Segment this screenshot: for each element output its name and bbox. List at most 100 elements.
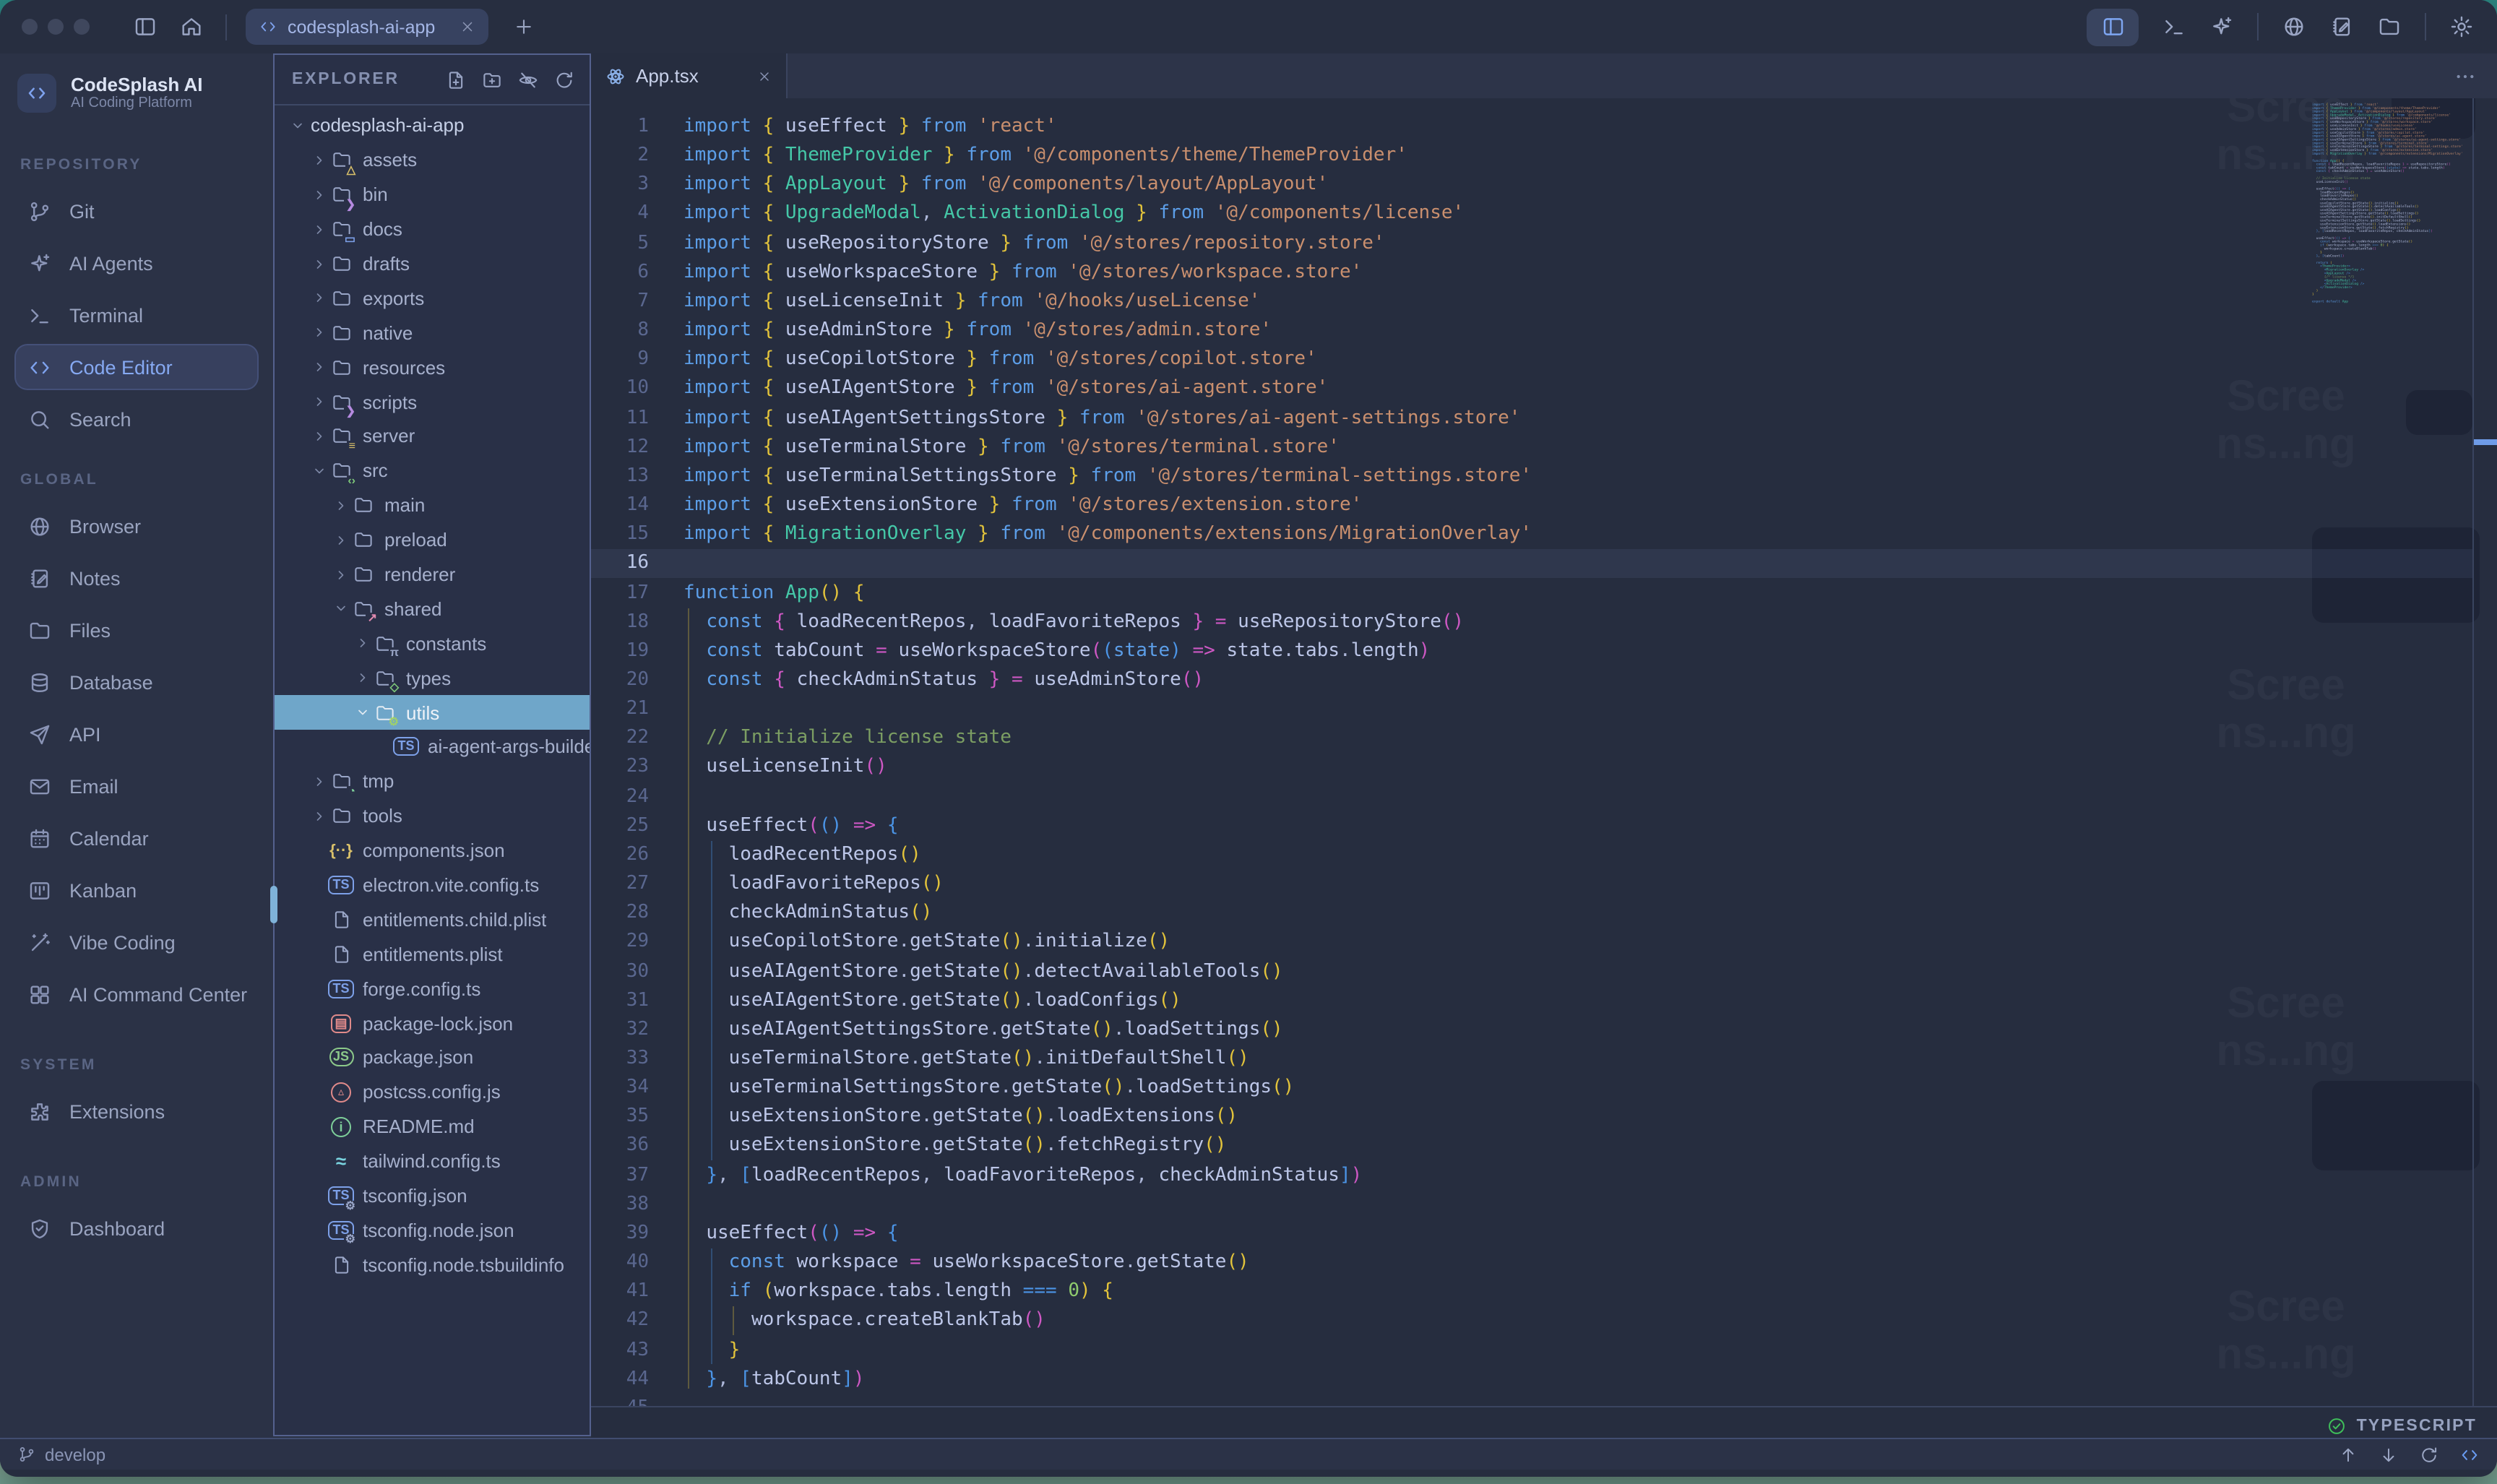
sidebar-item-calendar[interactable]: Calendar (14, 815, 259, 861)
tree-folder-renderer[interactable]: renderer (275, 557, 590, 592)
panel-toggle-icon[interactable] (2087, 8, 2139, 46)
tree-folder-src[interactable]: ‹›src (275, 454, 590, 488)
minimize-window-button[interactable] (48, 19, 64, 35)
tree-folder-tmp[interactable]: ◔tmp (275, 764, 590, 799)
git-branch-indicator[interactable]: develop (17, 1444, 105, 1464)
settings-icon[interactable] (2449, 14, 2474, 39)
window-controls[interactable] (22, 19, 90, 35)
tree-item-label: tsconfig.node.json (363, 1220, 514, 1241)
sidebar-item-dashboard[interactable]: Dashboard (14, 1205, 259, 1251)
code-editor-surface[interactable]: Screens...ngScreens...ngScreens...ngScre… (591, 98, 2497, 1407)
code-icon (27, 355, 52, 379)
app-subtitle: AI Coding Platform (71, 95, 203, 113)
tree-file-ai-agent-args-builder-ts[interactable]: TSai-agent-args-builder.ts (275, 730, 590, 764)
workspace-tab[interactable]: codesplash-ai-app (246, 9, 488, 45)
tree-folder-shared[interactable]: ↗shared (275, 592, 590, 626)
code-content[interactable]: import { useEffect } from 'react'import … (683, 113, 1532, 1407)
sidebar-item-vibe-coding[interactable]: Vibe Coding (14, 919, 259, 965)
tree-folder-exports[interactable]: exports (275, 281, 590, 316)
folder-icon: ≡ (329, 425, 353, 448)
sidebar-item-git[interactable]: Git (14, 188, 259, 234)
sidebar-scrollbar-thumb[interactable] (270, 886, 277, 923)
tree-folder-bin[interactable]: ❯bin (275, 178, 590, 212)
scroll-up-icon[interactable] (2338, 1444, 2358, 1464)
tree-file-package-json[interactable]: JSpackage.json (275, 1040, 590, 1075)
tree-file-components-json[interactable]: {··}components.json (275, 833, 590, 868)
sidebar-item-browser[interactable]: Browser (14, 503, 259, 549)
tree-folder-preload[interactable]: preload (275, 522, 590, 557)
tree-file-forge-config-ts[interactable]: TSforge.config.ts (275, 972, 590, 1006)
file-icon: i (329, 1116, 353, 1139)
sidebar-item-code-editor[interactable]: Code Editor (14, 344, 259, 390)
close-icon[interactable] (460, 19, 475, 35)
tree-item-label: components.json (363, 840, 505, 861)
tree-folder-docs[interactable]: ▭docs (275, 212, 590, 246)
sidebar-item-ai-command-center[interactable]: AI Command Center (14, 971, 259, 1017)
tree-folder-drafts[interactable]: drafts (275, 246, 590, 281)
tree-folder-tools[interactable]: tools (275, 799, 590, 834)
tree-folder-constants[interactable]: πconstants (275, 626, 590, 661)
tree-file-entitlements-plist[interactable]: entitlements.plist (275, 937, 590, 972)
tree-file-tsconfig-node-json[interactable]: TS⚙ tsconfig.node.json (275, 1213, 590, 1248)
tree-folder-codesplash-ai-app[interactable]: codesplash-ai-app (275, 108, 590, 143)
tree-folder-utils[interactable]: ⚙utils (275, 695, 590, 730)
sync-icon[interactable] (2419, 1444, 2439, 1464)
sidebar-toggle-icon[interactable] (133, 14, 158, 39)
folder-icon (329, 355, 353, 379)
new-workspace-button[interactable] (513, 16, 535, 38)
tree-file-entitlements-child-plist[interactable]: entitlements.child.plist (275, 902, 590, 937)
tree-file-postcss-config-js[interactable]: ▵postcss.config.js (275, 1075, 590, 1110)
chevron-right-icon (351, 670, 373, 685)
tree-file-tailwind-config-ts[interactable]: ≈tailwind.config.ts (275, 1144, 590, 1178)
sidebar-item-notes[interactable]: Notes (14, 555, 259, 601)
sidebar-item-api[interactable]: API (14, 711, 259, 757)
editor-tab-app-tsx[interactable]: App.tsx (591, 53, 788, 98)
new-file-icon[interactable] (445, 69, 467, 90)
home-icon[interactable] (179, 14, 204, 39)
tree-folder-types[interactable]: ◇types (275, 661, 590, 696)
sidebar-item-email[interactable]: Email (14, 763, 259, 809)
browser-icon[interactable] (2282, 14, 2306, 39)
chevron-down-icon (308, 464, 329, 478)
sidebar-item-files[interactable]: Files (14, 607, 259, 653)
tree-file-tsconfig-node-tsbuildinfo[interactable]: tsconfig.node.tsbuildinfo (275, 1248, 590, 1282)
tree-file-tsconfig-json[interactable]: TS⚙tsconfig.json (275, 1178, 590, 1213)
minimap[interactable]: import { useEffect } from 'react'import … (2312, 103, 2474, 970)
sidebar-item-database[interactable]: Database (14, 659, 259, 705)
tree-file-package-lock-json[interactable]: ▤package-lock.json (275, 1006, 590, 1040)
sidebar-item-ai-agents[interactable]: AI Agents (14, 240, 259, 286)
close-window-button[interactable] (22, 19, 38, 35)
editor-scrollbar-thumb[interactable] (2474, 439, 2497, 445)
sidebar-item-extensions[interactable]: Extensions (14, 1088, 259, 1134)
tree-folder-native[interactable]: native (275, 316, 590, 350)
close-tab-icon[interactable] (757, 69, 772, 83)
scroll-down-icon[interactable] (2379, 1444, 2399, 1464)
section-label-repository: REPOSITORY (20, 156, 259, 173)
ai-sparkles-icon[interactable] (2209, 14, 2234, 39)
editor-scrollbar[interactable] (2472, 98, 2497, 1407)
files-icon[interactable] (2377, 14, 2402, 39)
tree-folder-resources[interactable]: resources (275, 350, 590, 384)
tree-folder-assets[interactable]: △assets (275, 143, 590, 178)
toggle-hidden-icon[interactable] (517, 69, 539, 90)
tree-folder-server[interactable]: ≡server (275, 419, 590, 454)
new-folder-icon[interactable] (481, 69, 503, 90)
tree-file-readme-md[interactable]: iREADME.md (275, 1110, 590, 1144)
sidebar-item-terminal[interactable]: Terminal (14, 292, 259, 338)
sidebar-item-search[interactable]: Search (14, 396, 259, 442)
maximize-window-button[interactable] (74, 19, 90, 35)
sidebar-item-kanban[interactable]: Kanban (14, 867, 259, 913)
file-icon: ▤ (329, 1011, 353, 1035)
code-mode-icon[interactable] (2459, 1444, 2480, 1464)
tree-file-electron-vite-config-ts[interactable]: TSelectron.vite.config.ts (275, 868, 590, 902)
refresh-icon[interactable] (553, 69, 575, 90)
section-label-global: GLOBAL (20, 471, 259, 488)
notes-icon[interactable] (2329, 14, 2354, 39)
tree-folder-scripts[interactable]: ❯scripts (275, 384, 590, 419)
terminal-icon[interactable] (2162, 14, 2186, 39)
file-icon: TS⚙ (329, 1219, 353, 1242)
tab-overflow-menu-icon[interactable] (2454, 64, 2477, 87)
chevron-right-icon (329, 567, 351, 582)
chevron-right-icon (308, 360, 329, 374)
tree-folder-main[interactable]: main (275, 488, 590, 523)
